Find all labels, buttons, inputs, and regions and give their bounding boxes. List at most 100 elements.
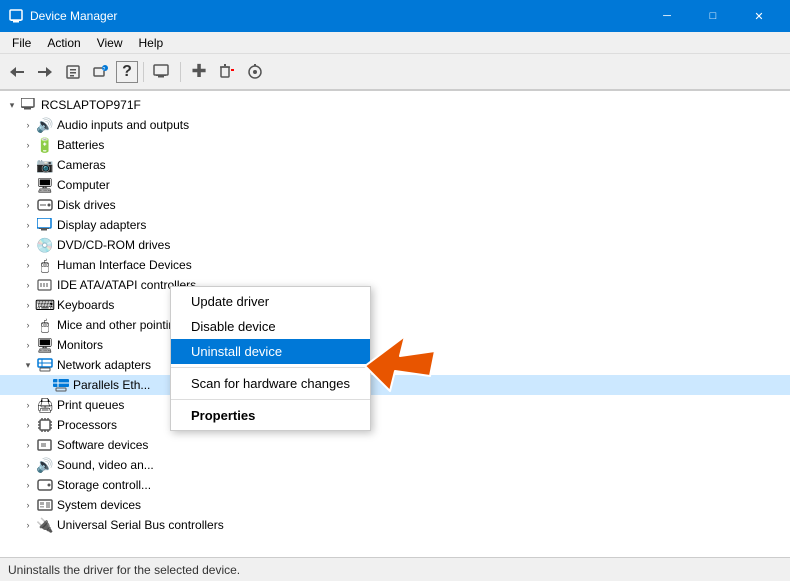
cameras-label: Cameras [57, 158, 106, 172]
toolbar-separator-2 [180, 62, 181, 82]
monitors-toggle[interactable]: › [20, 337, 36, 353]
batteries-toggle[interactable]: › [20, 137, 36, 153]
help-button[interactable]: ? [116, 61, 138, 83]
hid-toggle[interactable]: › [20, 257, 36, 273]
tree-root[interactable]: ▾ RCSLAPTOP971F [0, 95, 790, 115]
usb-label: Universal Serial Bus controllers [57, 518, 224, 532]
computer-icon [20, 97, 38, 113]
computer-toggle[interactable]: › [20, 177, 36, 193]
toolbar: ? ? ✚ [0, 54, 790, 90]
back-button[interactable] [4, 59, 30, 85]
context-separator-2 [171, 399, 370, 400]
cameras-toggle[interactable]: › [20, 157, 36, 173]
monitor-button[interactable] [149, 59, 175, 85]
audio-toggle[interactable]: › [20, 117, 36, 133]
mice-toggle[interactable]: › [20, 317, 36, 333]
context-menu: Update driver Disable device Uninstall d… [170, 286, 371, 431]
monitors-icon: 🖥 [36, 337, 54, 353]
cameras-icon: 📷 [36, 157, 54, 173]
add-button[interactable]: ✚ [186, 59, 212, 85]
diskdrives-toggle[interactable]: › [20, 197, 36, 213]
network-icon [36, 357, 54, 373]
update-driver-button[interactable]: ? [88, 59, 114, 85]
tree-item-software[interactable]: › Software devices [0, 435, 790, 455]
software-toggle[interactable]: › [20, 437, 36, 453]
tree-item-hid[interactable]: › 🖱 Human Interface Devices [0, 255, 790, 275]
audio-icon: 🔊 [36, 117, 54, 133]
sound-icon: 🔊 [36, 457, 54, 473]
display-toggle[interactable]: › [20, 217, 36, 233]
context-scan-hardware[interactable]: Scan for hardware changes [171, 371, 370, 396]
processors-toggle[interactable]: › [20, 417, 36, 433]
system-label: System devices [57, 498, 141, 512]
usb-toggle[interactable]: › [20, 517, 36, 533]
status-text: Uninstalls the driver for the selected d… [8, 563, 240, 577]
batteries-icon: 🔋 [36, 137, 54, 153]
print-label: Print queues [57, 398, 124, 412]
root-toggle[interactable]: ▾ [4, 97, 20, 113]
window-controls: ─ □ ✕ [644, 0, 782, 32]
menu-help[interactable]: Help [131, 34, 172, 52]
usb-icon: 🔌 [36, 517, 54, 533]
keyboards-toggle[interactable]: › [20, 297, 36, 313]
title-bar: Device Manager ─ □ ✕ [0, 0, 790, 32]
display-label: Display adapters [57, 218, 146, 232]
dvd-toggle[interactable]: › [20, 237, 36, 253]
tree-item-ide[interactable]: › IDE ATA/ATAPI controllers [0, 275, 790, 295]
context-disable-device[interactable]: Disable device [171, 314, 370, 339]
menu-action[interactable]: Action [39, 34, 88, 52]
tree-item-display[interactable]: › Display adapters [0, 215, 790, 235]
processors-icon [36, 417, 54, 433]
dvd-icon: 💿 [36, 237, 54, 253]
tree-item-computer[interactable]: › 🖥 Computer [0, 175, 790, 195]
tree-item-usb[interactable]: › 🔌 Universal Serial Bus controllers [0, 515, 790, 535]
tree-item-processors[interactable]: › Processors [0, 415, 790, 435]
tree-item-network[interactable]: ▾ Network adapters [0, 355, 790, 375]
tree-item-audio[interactable]: › 🔊 Audio inputs and outputs [0, 115, 790, 135]
context-update-driver[interactable]: Update driver [171, 289, 370, 314]
menu-view[interactable]: View [89, 34, 131, 52]
monitors-label: Monitors [57, 338, 103, 352]
storage-toggle[interactable]: › [20, 477, 36, 493]
svg-text:?: ? [103, 67, 106, 73]
processors-label: Processors [57, 418, 117, 432]
tree-item-batteries[interactable]: › 🔋 Batteries [0, 135, 790, 155]
print-icon: 🖨 [36, 397, 54, 413]
minimize-button[interactable]: ─ [644, 0, 690, 32]
context-separator-1 [171, 367, 370, 368]
sound-toggle[interactable]: › [20, 457, 36, 473]
tree-item-mice[interactable]: › 🖱 Mice and other pointing devices [0, 315, 790, 335]
properties-button[interactable] [60, 59, 86, 85]
tree-item-diskdrives[interactable]: › Disk drives [0, 195, 790, 215]
remove-button[interactable] [214, 59, 240, 85]
tree-item-system[interactable]: › System devices [0, 495, 790, 515]
menu-file[interactable]: File [4, 34, 39, 52]
maximize-button[interactable]: □ [690, 0, 736, 32]
print-toggle[interactable]: › [20, 397, 36, 413]
forward-button[interactable] [32, 59, 58, 85]
tree-item-parallels[interactable]: › Parallels Eth... [0, 375, 790, 395]
system-toggle[interactable]: › [20, 497, 36, 513]
tree-item-sound[interactable]: › 🔊 Sound, video an... [0, 455, 790, 475]
tree-item-keyboards[interactable]: › ⌨ Keyboards [0, 295, 790, 315]
tree-item-storage[interactable]: › Storage controll... [0, 475, 790, 495]
ide-toggle[interactable]: › [20, 277, 36, 293]
network-toggle[interactable]: ▾ [20, 357, 36, 373]
software-label: Software devices [57, 438, 148, 452]
context-properties[interactable]: Properties [171, 403, 370, 428]
network-label: Network adapters [57, 358, 151, 372]
tree-item-print[interactable]: › 🖨 Print queues [0, 395, 790, 415]
close-button[interactable]: ✕ [736, 0, 782, 32]
refresh-button[interactable] [242, 59, 268, 85]
tree-view[interactable]: ▾ RCSLAPTOP971F › 🔊 Audio inputs and out… [0, 91, 790, 539]
tree-item-monitors[interactable]: › 🖥 Monitors [0, 335, 790, 355]
main-content: P C COM ▾ RCSLAPTOP971F › 🔊 Audio inputs… [0, 90, 790, 557]
parallels-label: Parallels Eth... [73, 378, 150, 392]
display-icon [36, 217, 54, 233]
status-bar: Uninstalls the driver for the selected d… [0, 557, 790, 581]
tree-item-cameras[interactable]: › 📷 Cameras [0, 155, 790, 175]
context-uninstall-device[interactable]: Uninstall device [171, 339, 370, 364]
tree-item-dvd[interactable]: › 💿 DVD/CD-ROM drives [0, 235, 790, 255]
toolbar-separator-1 [143, 62, 144, 82]
storage-label: Storage controll... [57, 478, 151, 492]
